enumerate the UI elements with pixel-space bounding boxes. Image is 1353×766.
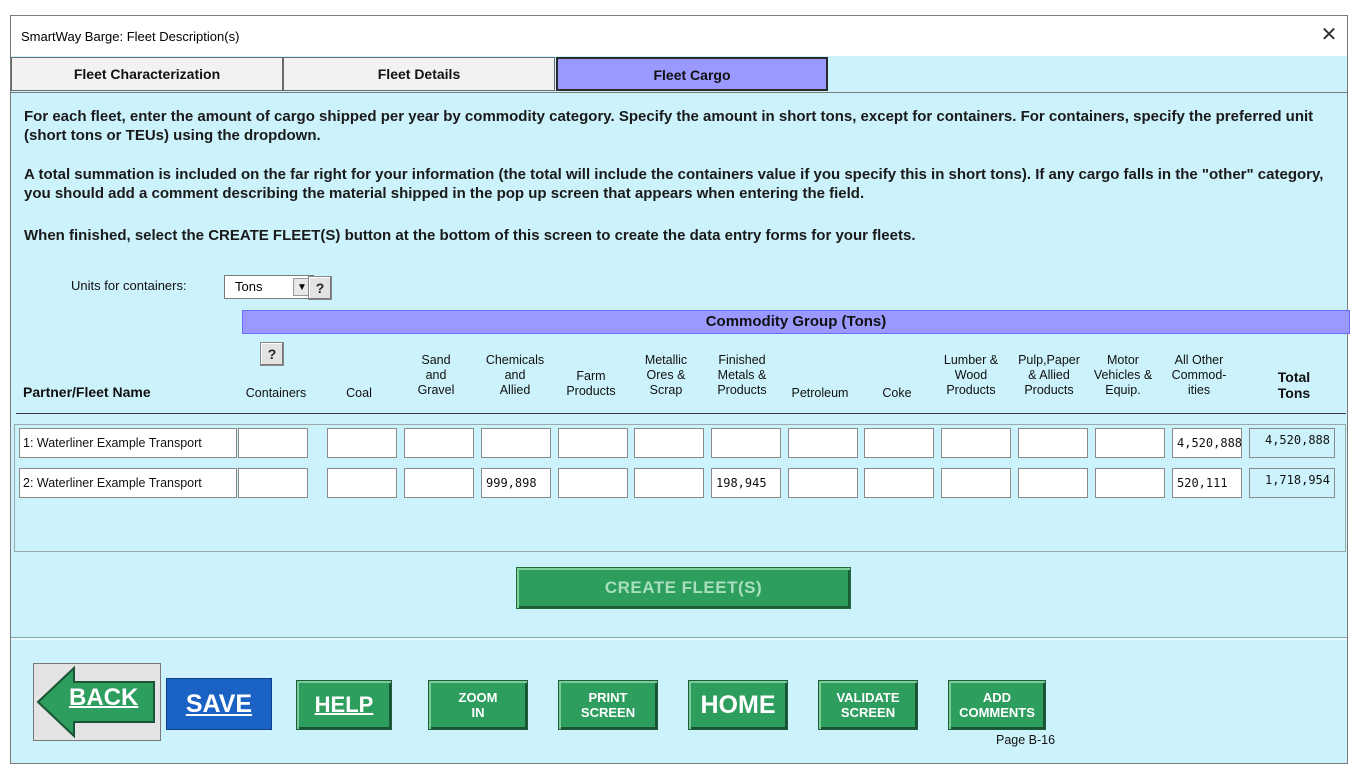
print-screen-button[interactable]: PRINT SCREEN <box>558 680 658 730</box>
row1-farm[interactable] <box>558 428 628 458</box>
fleet-description-window: SmartWay Barge: Fleet Description(s) ✕ F… <box>10 15 1350 764</box>
row1-petroleum[interactable] <box>788 428 858 458</box>
units-dropdown[interactable]: Tons ▼ <box>224 275 314 299</box>
title-bar: SmartWay Barge: Fleet Description(s) ✕ <box>11 16 1347 56</box>
row1-containers[interactable] <box>238 428 308 458</box>
row2-total: 1,718,954 <box>1249 468 1335 498</box>
col-metallic-ores: Metallic Ores & Scrap <box>644 353 688 397</box>
col-sand-gravel: Sand and Gravel <box>417 353 455 397</box>
add-comments-button[interactable]: ADD COMMENTS <box>948 680 1046 730</box>
col-motor-vehicles: Motor Vehicles & Equip. <box>1093 353 1153 397</box>
row2-sand-gravel[interactable] <box>404 468 474 498</box>
row2-finished-metals[interactable]: 198,945 <box>711 468 781 498</box>
row2-farm[interactable] <box>558 468 628 498</box>
row2-all-other[interactable]: 520,111 <box>1172 468 1242 498</box>
row2-motor-vehicles[interactable] <box>1095 468 1165 498</box>
col-lumber-wood: Lumber & Wood Products <box>943 353 999 397</box>
partner-fleet-name-header: Partner/Fleet Name <box>23 384 151 400</box>
lower-divider <box>11 637 1347 640</box>
units-selected-value: Tons <box>235 279 263 294</box>
row2-metallic-ores[interactable] <box>634 468 704 498</box>
row2-petroleum[interactable] <box>788 468 858 498</box>
containers-help-button[interactable]: ? <box>260 342 284 366</box>
back-label: BACK <box>69 684 139 711</box>
col-all-other: All Other Commod- ities <box>1171 353 1227 397</box>
create-fleets-button[interactable]: CREATE FLEET(S) <box>516 567 851 609</box>
row2-containers[interactable] <box>238 468 308 498</box>
col-containers: Containers <box>245 386 307 400</box>
row1-metallic-ores[interactable] <box>634 428 704 458</box>
validate-screen-button[interactable]: VALIDATE SCREEN <box>818 680 918 730</box>
row1-chemicals[interactable] <box>481 428 551 458</box>
row1-sand-gravel[interactable] <box>404 428 474 458</box>
row1-coal[interactable] <box>327 428 397 458</box>
tab-fleet-cargo[interactable]: Fleet Cargo <box>556 57 828 91</box>
tab-fleet-details[interactable]: Fleet Details <box>283 57 555 91</box>
save-button[interactable]: SAVE <box>166 678 272 730</box>
tab-strip: Fleet Characterization Fleet Details Fle… <box>11 57 841 93</box>
lower-panel: CREATE FLEET(S) BACK SAVE HELP ZOOM IN P… <box>11 553 1347 764</box>
col-pulp-paper: Pulp,Paper & Allied Products <box>1018 353 1080 397</box>
close-icon[interactable]: ✕ <box>1317 23 1341 47</box>
instruction-total: A total summation is included on the far… <box>24 166 1324 202</box>
row2-chemicals[interactable]: 999,898 <box>481 468 551 498</box>
help-button[interactable]: HELP <box>296 680 392 730</box>
tab-fleet-characterization[interactable]: Fleet Characterization <box>11 57 283 91</box>
instruction-create: When finished, select the CREATE FLEET(S… <box>24 227 916 244</box>
col-farm: Farm Products <box>566 369 616 398</box>
units-help-button[interactable]: ? <box>308 276 332 300</box>
row1-all-other[interactable]: 4,520,888 <box>1172 428 1242 458</box>
tab-divider <box>11 92 1347 93</box>
fleet-name-1: 1: Waterliner Example Transport <box>19 428 237 458</box>
row2-coke[interactable] <box>864 468 934 498</box>
window-title: SmartWay Barge: Fleet Description(s) <box>21 29 240 44</box>
instruction-units: For each fleet, enter the amount of carg… <box>24 108 1314 144</box>
col-finished-metals: Finished Metals & Products <box>717 353 767 397</box>
home-button[interactable]: HOME <box>688 680 788 730</box>
col-petroleum: Petroleum <box>791 386 849 400</box>
zoom-in-button[interactable]: ZOOM IN <box>428 680 528 730</box>
row1-lumber[interactable] <box>941 428 1011 458</box>
row1-pulp-paper[interactable] <box>1018 428 1088 458</box>
units-label: Units for containers: <box>71 278 187 293</box>
row2-pulp-paper[interactable] <box>1018 468 1088 498</box>
back-button[interactable]: BACK <box>33 663 161 741</box>
col-coal: Coal <box>346 386 372 400</box>
row2-coal[interactable] <box>327 468 397 498</box>
col-chemicals: Chemicals and Allied <box>485 353 545 397</box>
col-total-tons: Total Tons <box>1277 369 1311 401</box>
row1-motor-vehicles[interactable] <box>1095 428 1165 458</box>
header-rule <box>16 413 1346 414</box>
commodity-group-header: Commodity Group (Tons) <box>242 310 1350 334</box>
row2-lumber[interactable] <box>941 468 1011 498</box>
fleet-name-2: 2: Waterliner Example Transport <box>19 468 237 498</box>
page-number: Page B-16 <box>996 733 1056 747</box>
row1-finished-metals[interactable] <box>711 428 781 458</box>
row1-total: 4,520,888 <box>1249 428 1335 458</box>
col-coke: Coke <box>882 386 912 400</box>
row1-coke[interactable] <box>864 428 934 458</box>
